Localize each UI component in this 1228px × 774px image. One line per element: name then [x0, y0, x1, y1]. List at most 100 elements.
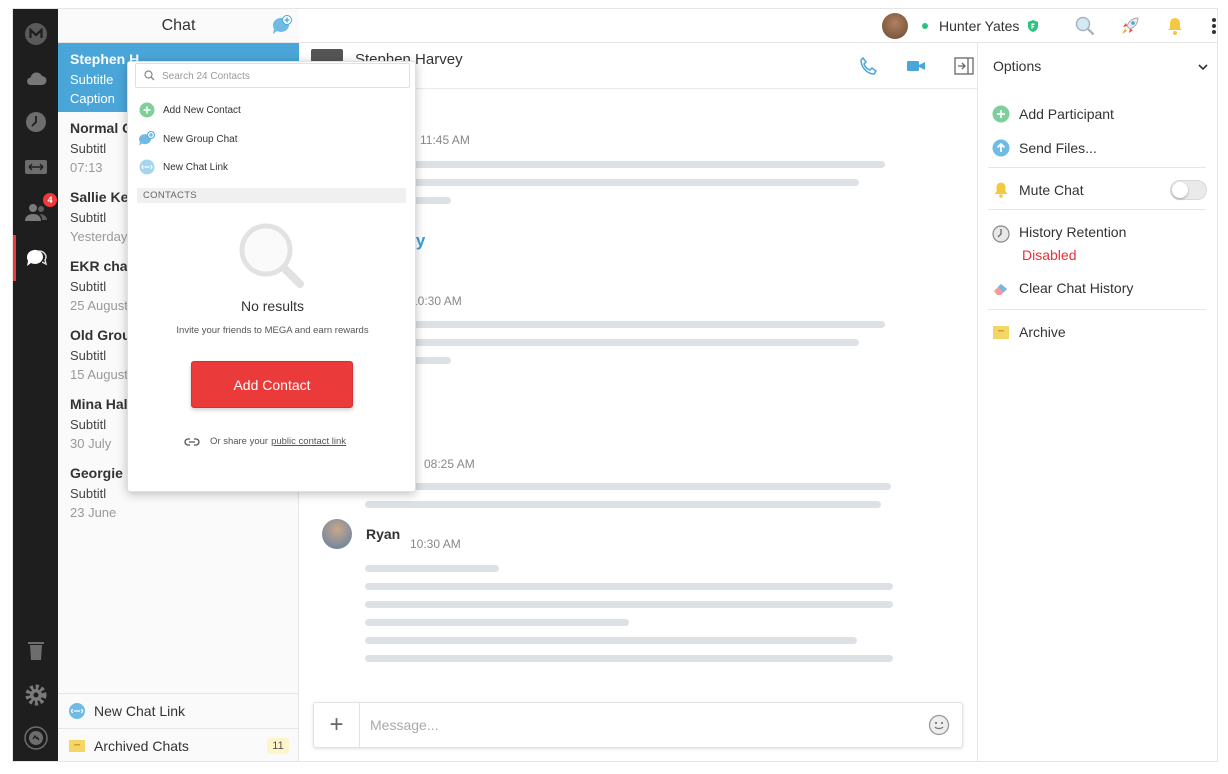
divider	[988, 209, 1206, 210]
message-input[interactable]	[370, 714, 910, 736]
add-participant-icon	[992, 105, 1010, 123]
contact-search-box	[135, 63, 410, 88]
notifications-button[interactable]	[1164, 15, 1186, 37]
app-window: 4 Chat Stephen H Subtitle Caption Normal…	[12, 8, 1218, 762]
history-clock-icon	[992, 225, 1010, 243]
empty-search-magnifier-icon	[239, 223, 304, 288]
archive-box-icon	[69, 740, 85, 752]
contacts-badge: 4	[43, 193, 57, 207]
group-chat-icon	[139, 131, 155, 146]
more-menu-button[interactable]	[1203, 15, 1217, 37]
add-new-contact-label: Add New Contact	[163, 104, 241, 116]
add-participant-label: Add Participant	[1019, 106, 1114, 122]
achievements-button[interactable]	[1119, 15, 1141, 37]
message-placeholder-line	[365, 619, 629, 626]
history-retention-label: History Retention	[1019, 224, 1127, 240]
contacts-section-header: CONTACTS	[137, 188, 406, 203]
public-contact-link[interactable]: public contact link	[271, 436, 346, 447]
bell-icon	[994, 182, 1008, 198]
message-placeholder-line	[365, 583, 893, 590]
recents-clock-icon[interactable]	[23, 109, 48, 134]
mega-logo-icon[interactable]	[23, 21, 48, 46]
sender-avatar	[322, 519, 352, 549]
chat-nav-icon[interactable]	[23, 245, 48, 270]
new-group-chat-label: New Group Chat	[163, 133, 238, 145]
options-title: Options	[993, 58, 1042, 74]
message-time: 10:30 AM	[411, 294, 462, 308]
chat-link-icon	[139, 159, 155, 175]
clear-history-label: Clear Chat History	[1019, 280, 1134, 296]
add-participant-button[interactable]: Add Participant	[992, 105, 1208, 125]
options-header[interactable]: Options	[978, 43, 1217, 89]
message-time: 11:45 AM	[420, 133, 470, 147]
archive-button[interactable]: Archive	[992, 323, 1208, 343]
archived-chats-button[interactable]: Archived Chats 11	[58, 728, 299, 761]
chevron-down-icon	[1198, 64, 1208, 71]
chat-caption: 23 June	[70, 505, 117, 520]
contact-search-input[interactable]	[162, 68, 402, 84]
chat-link-icon	[69, 703, 85, 719]
message-placeholder-line	[365, 501, 881, 508]
add-new-contact-item[interactable]: Add New Contact	[138, 100, 398, 120]
share-contact-link-row: Or share your public contact link	[184, 436, 346, 447]
options-panel: Options Add Participant Send Files... Mu…	[977, 43, 1217, 761]
history-retention-button[interactable]: History Retention Disabled	[992, 223, 1208, 265]
add-contact-icon	[139, 102, 155, 118]
search-icon	[144, 70, 155, 81]
message-placeholder-line	[365, 637, 857, 644]
transfers-icon[interactable]	[23, 154, 48, 179]
link-icon	[184, 437, 200, 446]
new-chat-icon	[272, 15, 292, 34]
cloud-drive-icon[interactable]	[23, 65, 48, 90]
message-placeholder-line	[365, 321, 885, 328]
rocket-icon	[1122, 17, 1139, 34]
toggle-panel-icon[interactable]	[954, 57, 974, 75]
new-chat-popover: Add New Contact New Group Chat New Chat …	[127, 61, 416, 492]
message-placeholder-line	[365, 565, 499, 572]
history-retention-status: Disabled	[1022, 247, 1077, 263]
sync-icon[interactable]	[23, 725, 48, 750]
message-placeholder-line	[365, 601, 893, 608]
mute-chat-toggle[interactable]	[1170, 180, 1207, 200]
message-placeholder-line	[365, 161, 885, 168]
send-files-label: Send Files...	[1019, 140, 1097, 156]
archived-chats-label: Archived Chats	[94, 738, 189, 754]
clear-history-button[interactable]: Clear Chat History	[992, 279, 1208, 299]
new-chat-link-button[interactable]: New Chat Link	[58, 693, 299, 728]
user-name[interactable]: Hunter Yates	[939, 18, 1019, 34]
chat-list-header: Chat	[58, 9, 299, 43]
upload-icon	[992, 139, 1010, 157]
message-time: 08:25 AM	[424, 457, 475, 471]
rubbish-bin-icon[interactable]	[23, 637, 48, 662]
settings-gear-icon[interactable]	[23, 682, 48, 707]
divider	[988, 167, 1206, 168]
message-placeholder-line	[365, 483, 891, 490]
online-status-dot	[922, 23, 928, 29]
message-placeholder-line	[365, 339, 859, 346]
video-call-icon[interactable]	[906, 57, 926, 75]
message-placeholder-line	[365, 655, 893, 662]
new-chat-link-label: New Chat Link	[163, 161, 229, 173]
emoji-icon[interactable]	[928, 714, 950, 736]
archive-box-icon	[993, 326, 1009, 339]
no-results-title: No results	[240, 298, 305, 314]
new-group-chat-item[interactable]: New Group Chat	[138, 129, 398, 149]
add-attachment-button[interactable]: +	[314, 703, 360, 747]
toggle-knob	[1172, 182, 1188, 198]
new-chat-link-item[interactable]: New Chat Link	[138, 157, 398, 177]
top-bar: Hunter Yates	[299, 9, 1217, 43]
eraser-icon	[994, 284, 1007, 295]
message-composer: +	[313, 702, 963, 748]
chat-list-title: Chat	[161, 17, 196, 34]
share-prefix-text: Or share your	[210, 436, 269, 447]
send-files-button[interactable]: Send Files...	[992, 139, 1208, 159]
new-chat-button[interactable]	[271, 15, 293, 37]
add-contact-button[interactable]: Add Contact	[191, 361, 353, 408]
new-chat-link-label: New Chat Link	[94, 703, 186, 719]
audio-call-icon[interactable]	[859, 57, 879, 75]
sender-name: Ryan	[366, 526, 401, 542]
message-time: 10:30 AM	[410, 537, 461, 551]
search-button[interactable]	[1074, 15, 1096, 37]
active-indicator	[13, 235, 16, 281]
user-avatar[interactable]	[882, 13, 908, 39]
